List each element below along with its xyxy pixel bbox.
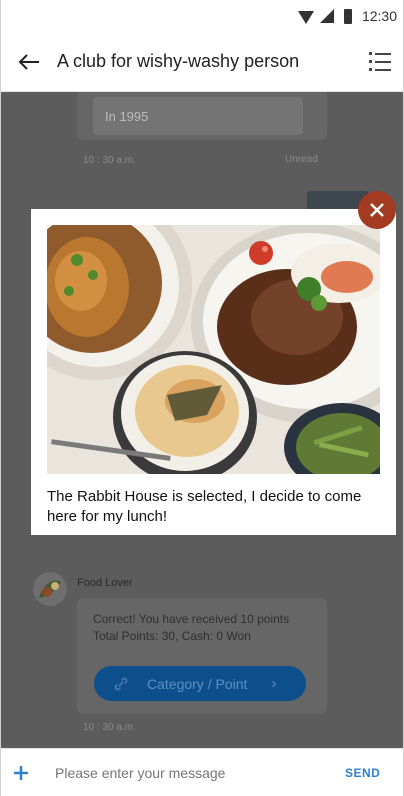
chevron-right-icon: › (271, 675, 277, 692)
points-total: Total Points: 30, Cash: 0 Won (93, 629, 251, 643)
plus-icon (14, 765, 28, 780)
category-point-button[interactable]: Category / Point › (94, 666, 306, 701)
previous-answer: In 1995 (93, 97, 303, 135)
category-point-label: Category / Point (147, 675, 248, 692)
back-button[interactable] (1, 32, 57, 92)
avatar (33, 572, 67, 606)
add-attachment-button[interactable] (1, 765, 41, 781)
close-icon (370, 203, 384, 217)
close-popup-button[interactable] (358, 191, 396, 229)
food-photo (47, 225, 380, 474)
arrow-left-icon (18, 53, 39, 70)
status-bar: 12:30 (1, 0, 403, 32)
points-message: Correct! You have received 10 points (93, 612, 290, 626)
menu-button[interactable] (355, 32, 403, 92)
link-icon (114, 677, 128, 690)
message-input[interactable] (41, 764, 345, 781)
app-bar: A club for wishy-washy person (1, 32, 403, 92)
message-input-bar: SEND (1, 748, 403, 796)
send-button[interactable]: SEND (345, 766, 403, 780)
status-time: 12:30 (361, 8, 397, 24)
wifi-icon (297, 10, 314, 24)
page-title: A club for wishy-washy person (57, 51, 300, 71)
signal-icon (319, 9, 334, 23)
image-popup: The Rabbit House is selected, I decide t… (31, 209, 396, 535)
sender-name: Food Lover (77, 577, 133, 589)
previous-message-time: 10 : 30 a.m. (83, 155, 136, 166)
battery-icon (343, 8, 352, 24)
bot-message-time: 10 : 30 a.m. (83, 722, 136, 733)
phone-screen: 12:30 A club for wishy-washy person In 1… (0, 0, 404, 796)
read-status: Unread (285, 154, 318, 165)
popup-caption: The Rabbit House is selected, I decide t… (47, 488, 362, 525)
list-icon (369, 52, 391, 55)
